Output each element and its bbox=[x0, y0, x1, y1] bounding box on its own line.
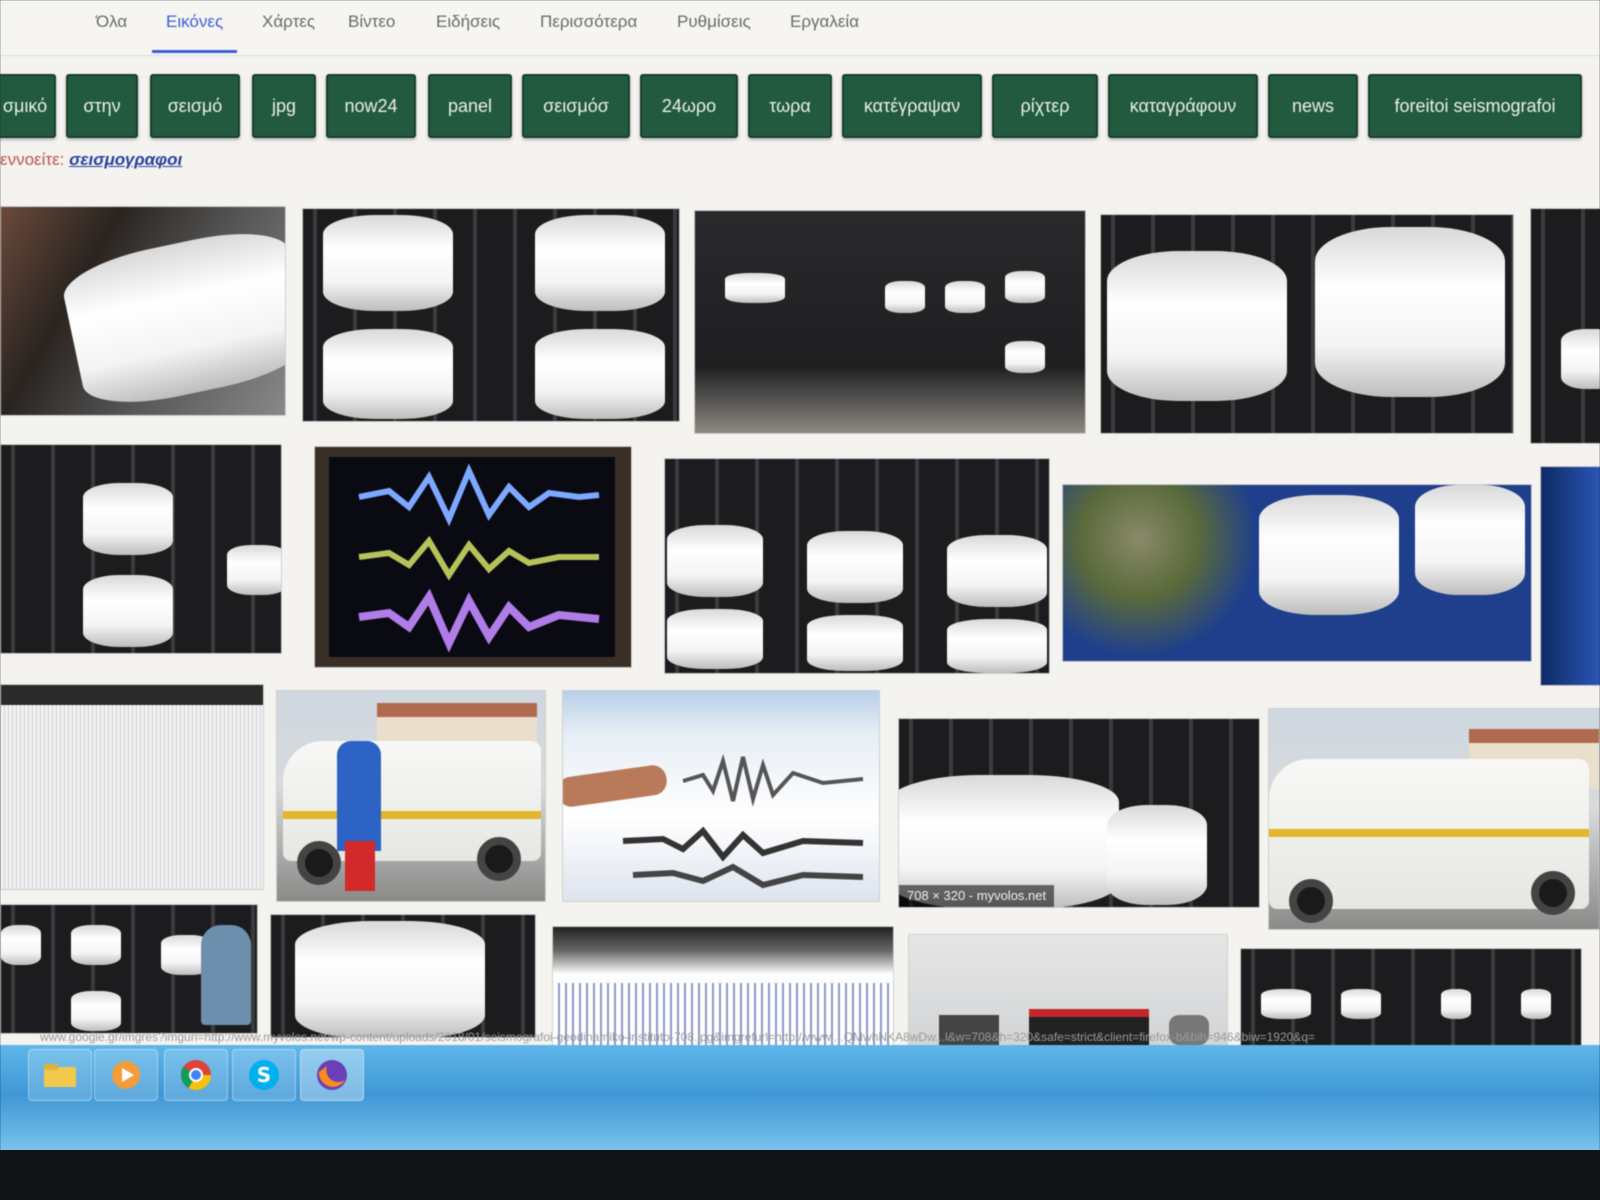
image-result[interactable] bbox=[270, 914, 536, 1038]
tab-all[interactable]: Όλα bbox=[96, 12, 127, 52]
chip-filter[interactable]: σεισμόσ bbox=[522, 74, 630, 138]
media-player-icon[interactable] bbox=[94, 1049, 158, 1101]
image-result[interactable] bbox=[562, 690, 880, 902]
chip-filter[interactable]: jpg bbox=[252, 74, 316, 138]
drum-shape bbox=[71, 991, 121, 1031]
image-result[interactable] bbox=[0, 684, 264, 890]
drum-shape bbox=[1005, 341, 1045, 373]
chip-filter[interactable]: τωρα bbox=[748, 74, 832, 138]
windows-taskbar: S bbox=[0, 1045, 1600, 1155]
tile-dark-top bbox=[1, 685, 263, 705]
wheel-shape bbox=[477, 837, 521, 881]
chip-filter[interactable]: news bbox=[1268, 74, 1358, 138]
drum-shape bbox=[725, 273, 785, 303]
image-size-caption: 708 × 320 - myvolos.net bbox=[899, 885, 1055, 907]
person-shape bbox=[337, 741, 381, 851]
image-result[interactable] bbox=[1540, 466, 1600, 686]
did-you-mean-prefix: εννοείτε: bbox=[0, 150, 65, 169]
chip-filter[interactable]: κατέγραψαν bbox=[842, 74, 982, 138]
drum-shape bbox=[807, 615, 903, 671]
svg-text:S: S bbox=[257, 1063, 271, 1087]
wheel-shape bbox=[1289, 879, 1333, 923]
drum-shape bbox=[295, 921, 485, 1037]
drum-shape bbox=[1341, 989, 1381, 1019]
drum-shape bbox=[667, 609, 763, 669]
drum-shape bbox=[1, 925, 41, 965]
chip-filter[interactable]: στην bbox=[66, 74, 138, 138]
drum-shape bbox=[1261, 989, 1311, 1019]
drum-shape bbox=[1561, 329, 1600, 389]
image-result[interactable] bbox=[314, 446, 632, 668]
tab-news[interactable]: Ειδήσεις bbox=[436, 12, 500, 52]
image-result[interactable] bbox=[1100, 214, 1514, 434]
chip-filter[interactable]: now24 bbox=[326, 74, 416, 138]
van-stripe bbox=[1269, 829, 1589, 837]
folder-icon[interactable] bbox=[28, 1049, 92, 1101]
browser-screen: Όλα Εικόνες Χάρτες Βίντεο Ειδήσεις Περισ… bbox=[0, 0, 1600, 1155]
did-you-mean-link[interactable]: σεισμογραφοι bbox=[69, 150, 182, 169]
chip-filter[interactable]: foreitoi seismografoi bbox=[1368, 74, 1582, 138]
drum-shape bbox=[807, 531, 903, 603]
drum-shape bbox=[1259, 495, 1399, 615]
tab-settings[interactable]: Ρυθμίσεις bbox=[677, 12, 751, 52]
image-result[interactable] bbox=[0, 206, 286, 416]
drum-shape bbox=[323, 215, 453, 311]
drum-shape bbox=[535, 215, 665, 311]
drum-shape bbox=[83, 575, 173, 647]
drum-shape bbox=[535, 329, 665, 419]
drum-shape bbox=[1415, 485, 1525, 595]
person-legs-shape bbox=[345, 841, 375, 891]
image-result[interactable] bbox=[552, 926, 894, 1046]
chip-filter[interactable]: ρίχτερ bbox=[992, 74, 1098, 138]
image-result[interactable] bbox=[1530, 208, 1600, 444]
drum-shape bbox=[71, 925, 121, 965]
image-result[interactable] bbox=[302, 208, 680, 422]
drum-shape bbox=[947, 535, 1047, 607]
did-you-mean: εννοείτε: σεισμογραφοι bbox=[0, 150, 182, 170]
chrome-icon[interactable] bbox=[164, 1049, 228, 1101]
greece-map-thumb bbox=[1063, 485, 1253, 661]
van-stripe bbox=[283, 811, 541, 819]
tab-more[interactable]: Περισσότερα bbox=[540, 12, 637, 52]
tab-images[interactable]: Εικόνες bbox=[151, 12, 238, 53]
drum-shape bbox=[57, 220, 285, 415]
tab-tools[interactable]: Εργαλεία bbox=[790, 12, 859, 52]
drum-shape bbox=[1521, 989, 1551, 1019]
person-shape bbox=[201, 925, 251, 1025]
chip-filter[interactable]: panel bbox=[428, 74, 512, 138]
wheel-shape bbox=[1531, 871, 1575, 915]
skype-icon[interactable]: S bbox=[232, 1049, 296, 1101]
drum-shape bbox=[227, 545, 281, 595]
drum-shape bbox=[1315, 227, 1505, 397]
image-result[interactable]: 708 × 320 - myvolos.net bbox=[898, 718, 1260, 908]
tab-maps[interactable]: Χάρτες bbox=[262, 12, 315, 52]
drum-shape bbox=[667, 525, 763, 597]
drum-shape bbox=[947, 619, 1047, 673]
image-result[interactable] bbox=[0, 444, 282, 654]
drum-shape bbox=[945, 281, 985, 313]
search-tabs-bar: Όλα Εικόνες Χάρτες Βίντεο Ειδήσεις Περισ… bbox=[0, 0, 1600, 56]
chip-filter[interactable]: 24ωρο bbox=[640, 74, 738, 138]
image-result[interactable] bbox=[1062, 484, 1532, 662]
chip-filter[interactable]: σμικό bbox=[0, 74, 56, 138]
chip-filter[interactable]: καταγράφουν bbox=[1108, 74, 1258, 138]
drum-shape bbox=[1107, 251, 1287, 401]
wheel-shape bbox=[297, 841, 341, 885]
image-result[interactable] bbox=[664, 458, 1050, 674]
image-result[interactable] bbox=[0, 904, 258, 1034]
image-result[interactable] bbox=[276, 690, 546, 902]
drum-shape bbox=[323, 329, 453, 419]
tab-videos[interactable]: Βίντεο bbox=[348, 12, 395, 52]
monitor-bezel bbox=[0, 1150, 1600, 1200]
seismogram-screen bbox=[329, 457, 615, 657]
drum-shape bbox=[885, 281, 925, 313]
drum-shape bbox=[1005, 271, 1045, 303]
image-result[interactable] bbox=[694, 210, 1086, 434]
drum-shape bbox=[1107, 805, 1207, 905]
drum-shape bbox=[1441, 989, 1471, 1019]
image-result[interactable] bbox=[1268, 708, 1600, 930]
drum-shape bbox=[83, 483, 173, 555]
firefox-icon[interactable] bbox=[300, 1049, 364, 1101]
chip-filter[interactable]: σεισμό bbox=[150, 74, 240, 138]
